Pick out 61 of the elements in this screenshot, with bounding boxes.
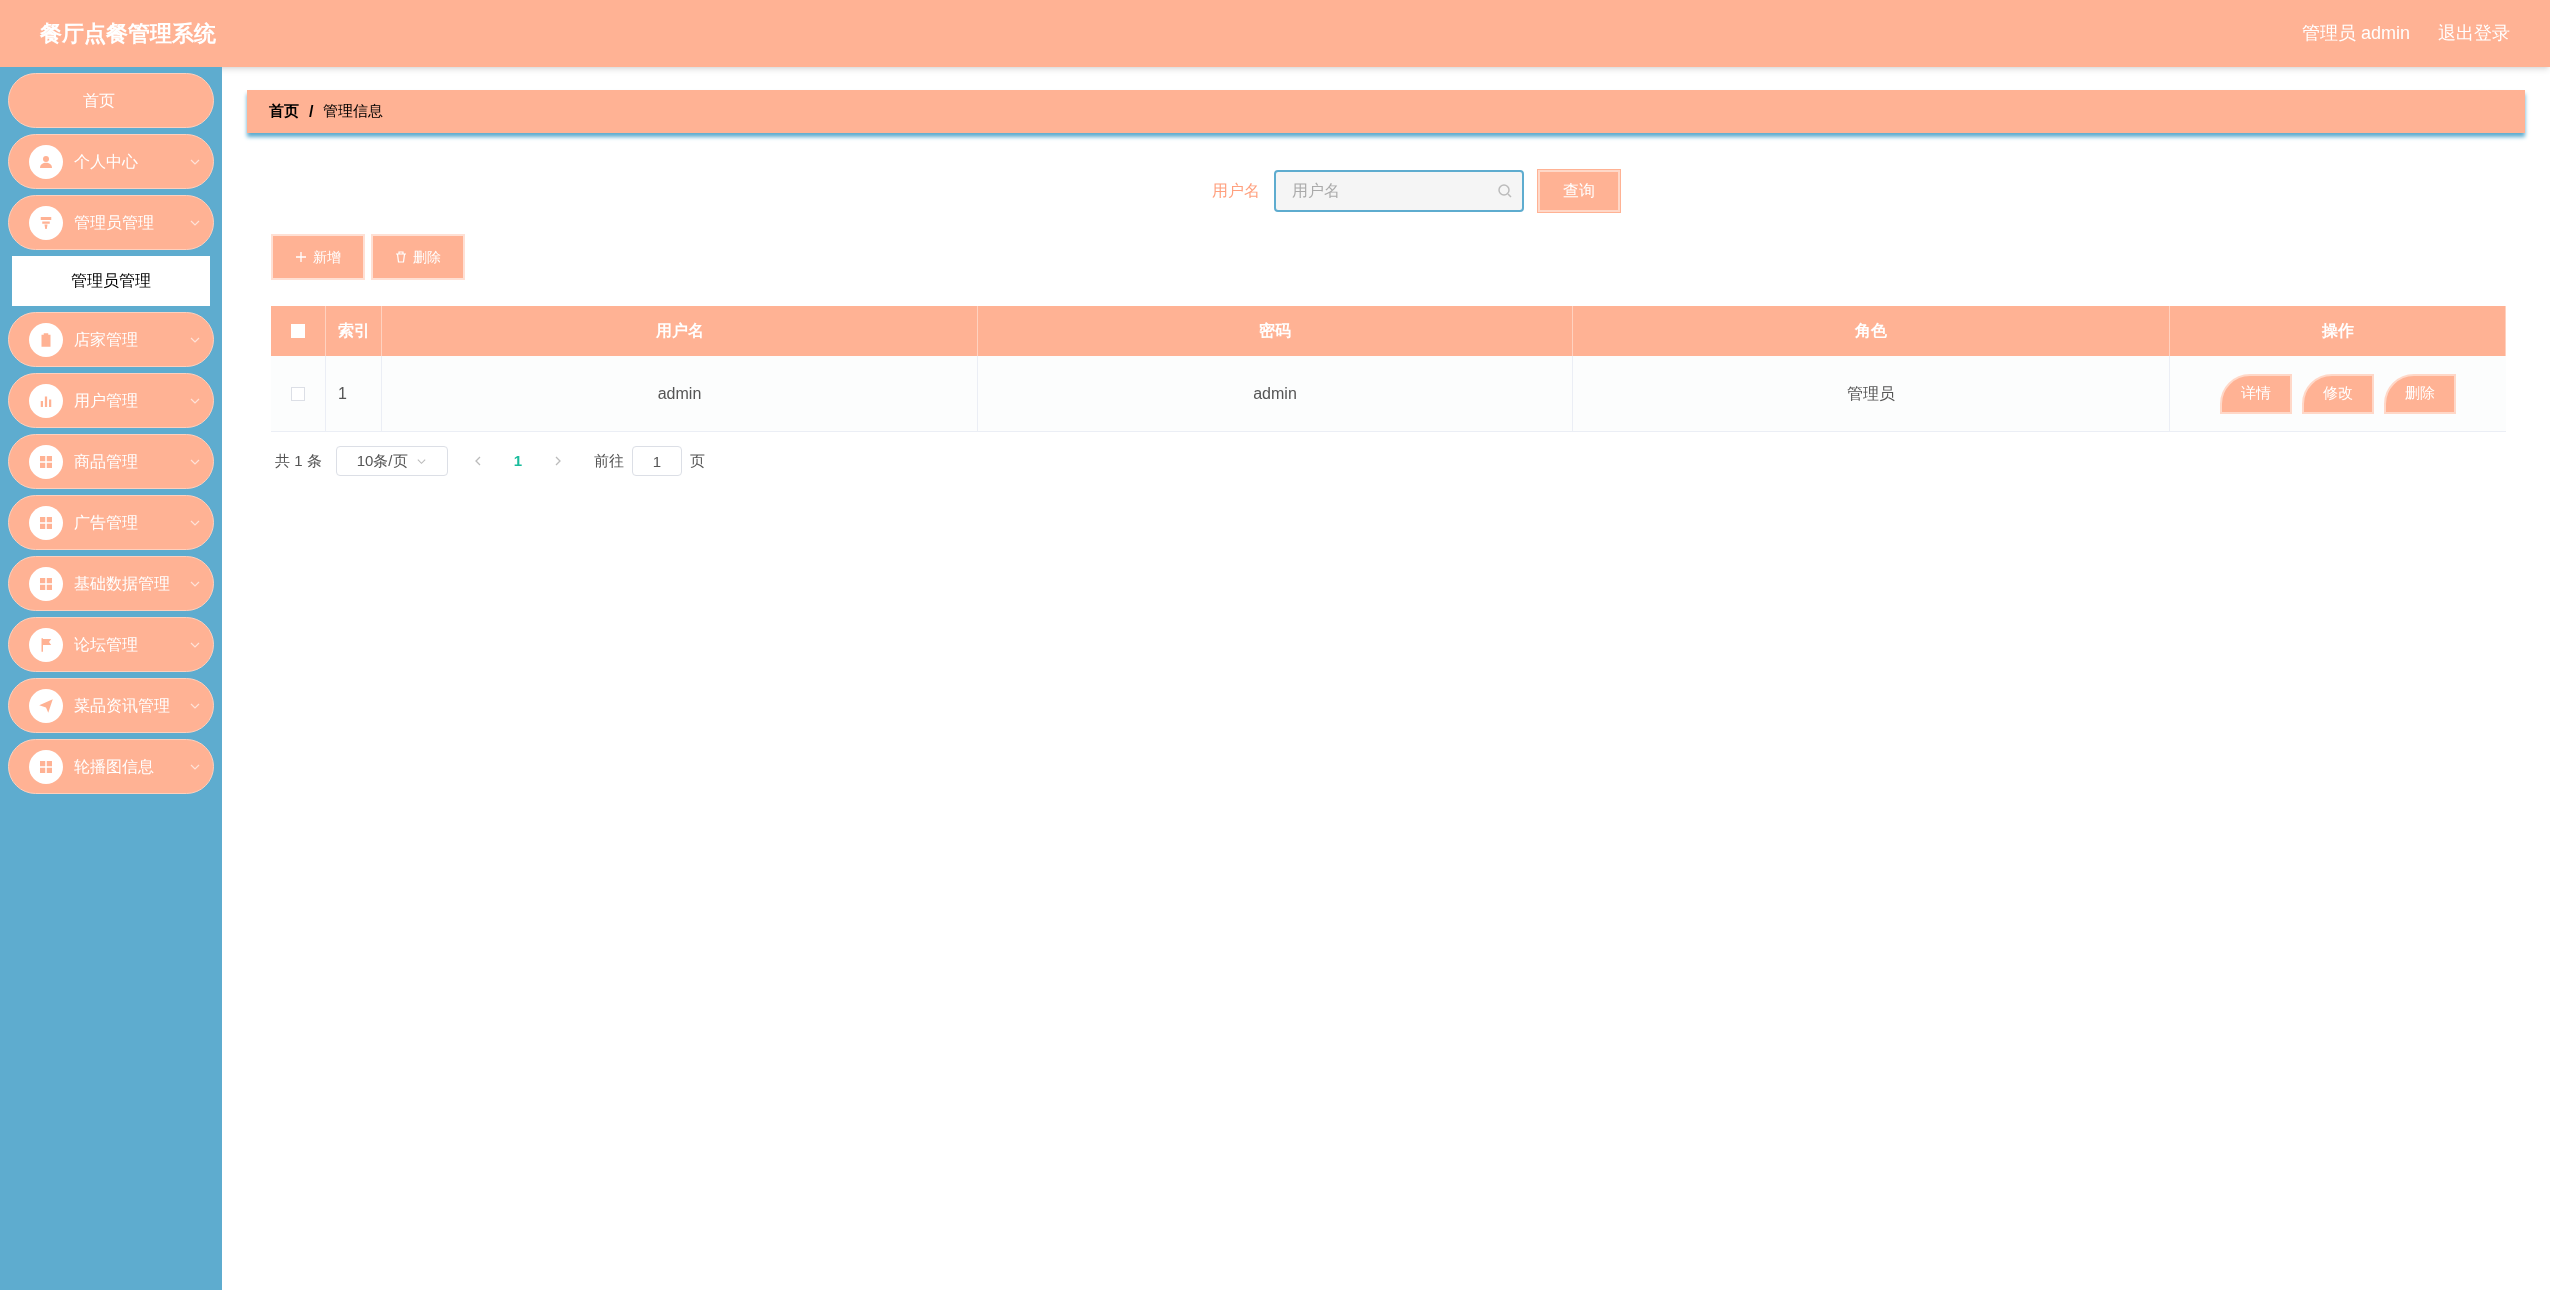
page-number[interactable]: 1 — [513, 449, 523, 473]
menu-label: 个人中心 — [74, 151, 138, 172]
page-size-select[interactable]: 10条/页 — [335, 446, 448, 476]
breadcrumb-item[interactable]: 首页 — [269, 100, 299, 123]
search-field[interactable]: 用户名 — [1274, 170, 1524, 212]
menu-label: 首页 — [83, 90, 115, 111]
row-action-button[interactable]: 删除 — [2384, 373, 2456, 414]
menu-item[interactable]: 基础数据管理 — [8, 556, 214, 611]
menu-item[interactable]: 管理员管理 — [8, 195, 214, 250]
menu-label: 菜品资讯管理 — [74, 695, 170, 716]
menu-item[interactable]: 商品管理 — [8, 434, 214, 489]
menu-icon — [29, 383, 63, 418]
table-cell: admin — [382, 356, 978, 431]
submenu-item[interactable]: 管理员管理 — [12, 256, 210, 306]
menu-icon — [29, 627, 63, 662]
goto-label: 前往 — [594, 450, 625, 471]
row-action-button[interactable]: 修改 — [2302, 373, 2374, 414]
menu-icon — [29, 205, 63, 240]
menu-label: 论坛管理 — [74, 634, 138, 655]
trash-icon — [395, 251, 407, 263]
breadcrumb-item: 管理信息 — [323, 101, 384, 122]
plus-icon — [295, 251, 307, 263]
menu-item[interactable]: 菜品资讯管理 — [8, 678, 214, 733]
user-label: 管理员 admin — [2301, 22, 2410, 45]
row-action-button[interactable]: 详情 — [2220, 373, 2292, 414]
table-cell: admin — [978, 356, 1573, 431]
menu-item[interactable]: 轮播图信息 — [8, 739, 214, 794]
menu-label: 广告管理 — [74, 512, 138, 533]
app-title: 餐厅点餐管理系统 — [40, 20, 216, 48]
goto-suffix: 页 — [690, 450, 706, 471]
menu-icon — [29, 144, 63, 179]
add-button[interactable]: 新增 — [271, 234, 365, 280]
menu-label: 店家管理 — [74, 329, 138, 350]
menu-label: 基础数据管理 — [74, 573, 170, 594]
goto-page-field[interactable]: 1 — [632, 446, 683, 476]
search-icon — [1498, 184, 1512, 198]
breadcrumb-separator: / — [309, 101, 314, 122]
logout-link[interactable]: 退出登录 — [2438, 20, 2510, 47]
menu-item[interactable]: 个人中心 — [8, 134, 214, 189]
table-cell: 管理员 — [1573, 356, 2170, 431]
menu-icon — [29, 688, 63, 723]
menu-label: 轮播图信息 — [74, 756, 154, 777]
menu-icon — [29, 505, 63, 540]
total-count: 共 1 条 — [275, 450, 322, 471]
menu-item[interactable]: 论坛管理 — [8, 617, 214, 672]
menu-label: 用户管理 — [74, 390, 138, 411]
menu-label: 商品管理 — [74, 451, 138, 472]
menu-item[interactable]: 店家管理 — [8, 312, 214, 367]
menu-item[interactable]: 用户管理 — [8, 373, 214, 428]
menu-icon — [29, 749, 63, 784]
table-cell: 1 — [326, 356, 382, 431]
menu-icon — [29, 566, 63, 601]
search-label: 用户名 — [1212, 181, 1260, 201]
menu-item[interactable]: 广告管理 — [8, 495, 214, 550]
menu-label: 管理员管理 — [74, 212, 154, 233]
search-button[interactable]: 查询 — [1538, 170, 1620, 212]
menu-item[interactable]: 首页 — [8, 73, 214, 128]
delete-button[interactable]: 删除 — [371, 234, 465, 280]
checkbox[interactable] — [291, 386, 305, 401]
menu-icon — [29, 322, 63, 357]
menu-icon — [29, 444, 63, 479]
